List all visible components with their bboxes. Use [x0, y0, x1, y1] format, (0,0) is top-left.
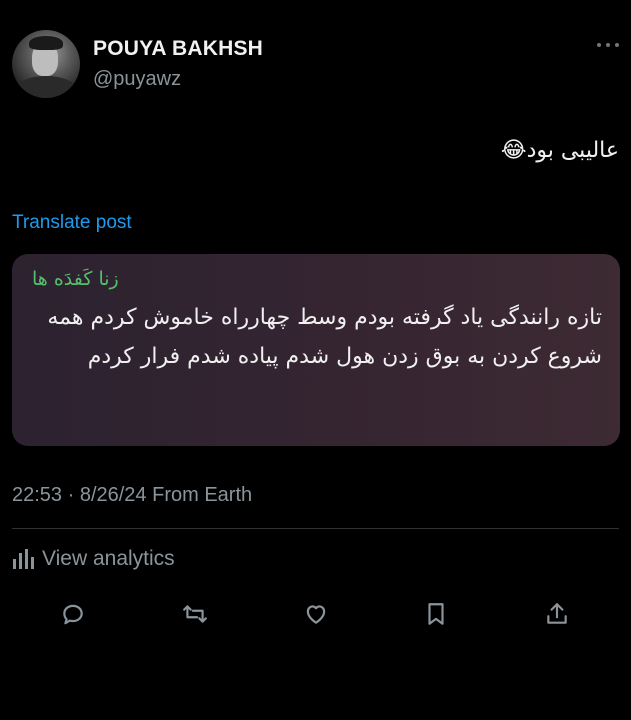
bar-chart-icon: [13, 549, 34, 569]
view-analytics-label: View analytics: [42, 547, 175, 570]
display-name[interactable]: POUYA BAKHSH: [93, 37, 263, 61]
share-icon: [547, 603, 567, 624]
reply-button[interactable]: [55, 596, 91, 632]
more-options-icon[interactable]: [597, 40, 619, 50]
post-text: عالیبی بود😂: [500, 138, 619, 163]
post-timestamp[interactable]: 22:53 · 8/26/24 From Earth: [12, 484, 252, 507]
dot-icon: [606, 43, 610, 47]
bookmark-button[interactable]: [418, 596, 454, 632]
bookmark-icon: [428, 603, 444, 625]
repost-icon: [183, 605, 207, 623]
user-handle[interactable]: @puyawz: [93, 68, 181, 91]
translate-post-link[interactable]: Translate post: [12, 212, 132, 234]
reply-icon: [63, 604, 83, 625]
like-button[interactable]: [298, 596, 334, 632]
avatar[interactable]: [12, 30, 80, 98]
dot-icon: [597, 43, 601, 47]
quoted-image[interactable]: زنا کَفدَه ها تازه رانندگی یاد گرفته بود…: [12, 254, 620, 446]
view-analytics-button[interactable]: View analytics: [12, 545, 175, 573]
repost-button[interactable]: [177, 596, 213, 632]
heart-icon: [306, 605, 326, 624]
avatar-hair: [29, 36, 63, 50]
action-bar: [0, 596, 631, 632]
avatar-shoulders: [14, 76, 78, 98]
quote-tag: زنا کَفدَه ها: [32, 268, 119, 290]
quote-body: تازه رانندگی یاد گرفته بودم وسط چهارراه …: [47, 305, 602, 369]
dot-icon: [615, 43, 619, 47]
share-button[interactable]: [539, 596, 575, 632]
divider: [12, 528, 619, 529]
